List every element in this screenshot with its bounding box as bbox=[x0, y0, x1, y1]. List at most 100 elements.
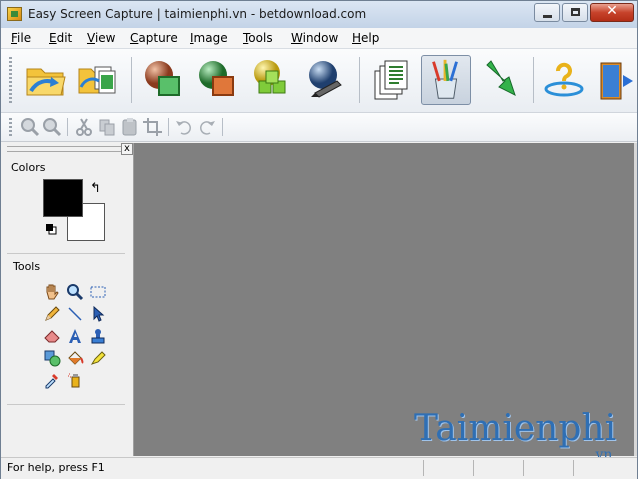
zoom-in-button[interactable] bbox=[19, 117, 41, 137]
pencil-icon bbox=[45, 306, 60, 321]
pointer-tool[interactable] bbox=[89, 305, 107, 323]
toolbar-separator bbox=[67, 118, 68, 136]
help-button[interactable] bbox=[539, 55, 589, 105]
capture-full-screen-button[interactable] bbox=[139, 55, 189, 105]
app-icon[interactable] bbox=[7, 7, 22, 21]
menu-view[interactable]: View bbox=[87, 31, 115, 45]
close-button[interactable]: ✕ bbox=[590, 3, 634, 22]
maximize-icon bbox=[571, 8, 580, 16]
marquee-icon bbox=[90, 286, 106, 298]
highlighter-tool[interactable] bbox=[89, 349, 107, 367]
arrow-down-right-icon bbox=[486, 60, 516, 96]
redo-icon bbox=[200, 121, 215, 135]
menu-image[interactable]: Image bbox=[190, 31, 228, 45]
main-toolbar bbox=[1, 49, 637, 113]
draw-tools-button[interactable] bbox=[421, 55, 471, 105]
panel-gripper[interactable] bbox=[7, 146, 125, 152]
color-picker-tool[interactable] bbox=[43, 371, 61, 389]
menu-bar: File Edit View Capture Image Tools Windo… bbox=[1, 28, 637, 49]
menu-window[interactable]: Window bbox=[291, 31, 338, 45]
help-ring-icon bbox=[544, 62, 584, 97]
export-button[interactable] bbox=[475, 55, 525, 105]
scissors-icon bbox=[76, 118, 92, 136]
arrow-cursor-icon bbox=[93, 305, 105, 322]
title-bar[interactable]: Easy Screen Capture | taimienphi.vn - be… bbox=[1, 1, 637, 28]
status-text: For help, press F1 bbox=[7, 461, 105, 474]
status-pane-divider bbox=[523, 460, 524, 476]
spray-can-icon bbox=[68, 373, 80, 388]
toolbar-separator bbox=[131, 57, 132, 103]
text-tool[interactable] bbox=[66, 327, 84, 345]
canvas-edge bbox=[634, 143, 637, 456]
toolbar-grip[interactable] bbox=[9, 57, 12, 103]
colors-label: Colors bbox=[11, 161, 46, 174]
window-title: Easy Screen Capture | taimienphi.vn - be… bbox=[28, 7, 367, 21]
toolbar-grip[interactable] bbox=[9, 118, 12, 136]
app-window: Easy Screen Capture | taimienphi.vn - be… bbox=[0, 0, 638, 479]
open-folder-icon bbox=[26, 68, 66, 96]
highlighter-icon bbox=[90, 351, 106, 365]
paste-button[interactable] bbox=[119, 117, 141, 137]
folder-documents-icon bbox=[78, 66, 116, 94]
capture-window-button[interactable] bbox=[193, 55, 243, 105]
menu-capture[interactable]: Capture bbox=[130, 31, 178, 45]
foreground-color-swatch[interactable] bbox=[43, 179, 83, 217]
panel-divider bbox=[7, 404, 125, 405]
line-tool[interactable] bbox=[66, 305, 84, 323]
toolbar-separator bbox=[359, 57, 360, 103]
panel-close-button[interactable]: x bbox=[121, 143, 133, 155]
cut-button[interactable] bbox=[73, 117, 95, 137]
open-recent-button[interactable] bbox=[75, 55, 125, 105]
edit-toolbar bbox=[1, 113, 637, 142]
airbrush-tool[interactable] bbox=[66, 371, 84, 389]
menu-edit[interactable]: Edit bbox=[49, 31, 72, 45]
paste-icon bbox=[122, 118, 137, 136]
capture-objects-button[interactable] bbox=[247, 55, 297, 105]
capture-cubes-icon bbox=[254, 60, 286, 94]
zoom-tool[interactable] bbox=[66, 283, 84, 301]
crop-icon bbox=[143, 118, 162, 136]
panel-divider bbox=[7, 253, 125, 254]
menu-help[interactable]: Help bbox=[352, 31, 379, 45]
maximize-button[interactable] bbox=[562, 3, 588, 22]
toolbar-separator bbox=[533, 57, 534, 103]
status-pane-divider bbox=[473, 460, 474, 476]
status-bar: For help, press F1 bbox=[1, 457, 637, 479]
minimize-icon bbox=[543, 15, 552, 18]
menu-file[interactable]: File bbox=[11, 31, 31, 45]
undo-button[interactable] bbox=[173, 117, 195, 137]
fill-tool[interactable] bbox=[66, 349, 84, 367]
brushes-cup-icon bbox=[432, 59, 458, 99]
hand-tool[interactable] bbox=[43, 283, 61, 301]
shape-tool[interactable] bbox=[43, 349, 61, 367]
pencil-tool[interactable] bbox=[43, 305, 61, 323]
swap-colors-icon[interactable]: ↰ bbox=[90, 181, 101, 196]
copy-button[interactable] bbox=[96, 117, 118, 137]
redo-button[interactable] bbox=[196, 117, 218, 137]
undo-icon bbox=[176, 121, 191, 135]
reset-colors-icon[interactable] bbox=[45, 223, 57, 235]
minimize-button[interactable] bbox=[534, 3, 560, 22]
capture-region-button[interactable] bbox=[301, 55, 351, 105]
stamp-tool[interactable] bbox=[89, 327, 107, 345]
open-button[interactable] bbox=[21, 55, 71, 105]
text-a-icon bbox=[69, 329, 81, 343]
toolbar-separator bbox=[168, 118, 169, 136]
rectangle-select-tool[interactable] bbox=[89, 283, 107, 301]
status-pane-divider bbox=[423, 460, 424, 476]
exit-button[interactable] bbox=[593, 55, 638, 105]
close-icon: ✕ bbox=[606, 3, 618, 19]
toolbar-separator bbox=[222, 118, 223, 136]
crop-button[interactable] bbox=[142, 117, 164, 137]
shapes-icon bbox=[44, 350, 61, 367]
close-icon: x bbox=[124, 143, 130, 154]
eraser-tool[interactable] bbox=[43, 327, 61, 345]
eraser-icon bbox=[44, 330, 60, 343]
capture-pen-icon bbox=[309, 61, 342, 98]
capture-window-icon bbox=[199, 61, 234, 96]
copy-pages-button[interactable] bbox=[367, 55, 417, 105]
zoom-out-button[interactable] bbox=[41, 117, 63, 137]
capture-sphere-icon bbox=[145, 61, 180, 96]
status-pane-divider bbox=[573, 460, 574, 476]
menu-tools[interactable]: Tools bbox=[243, 31, 273, 45]
